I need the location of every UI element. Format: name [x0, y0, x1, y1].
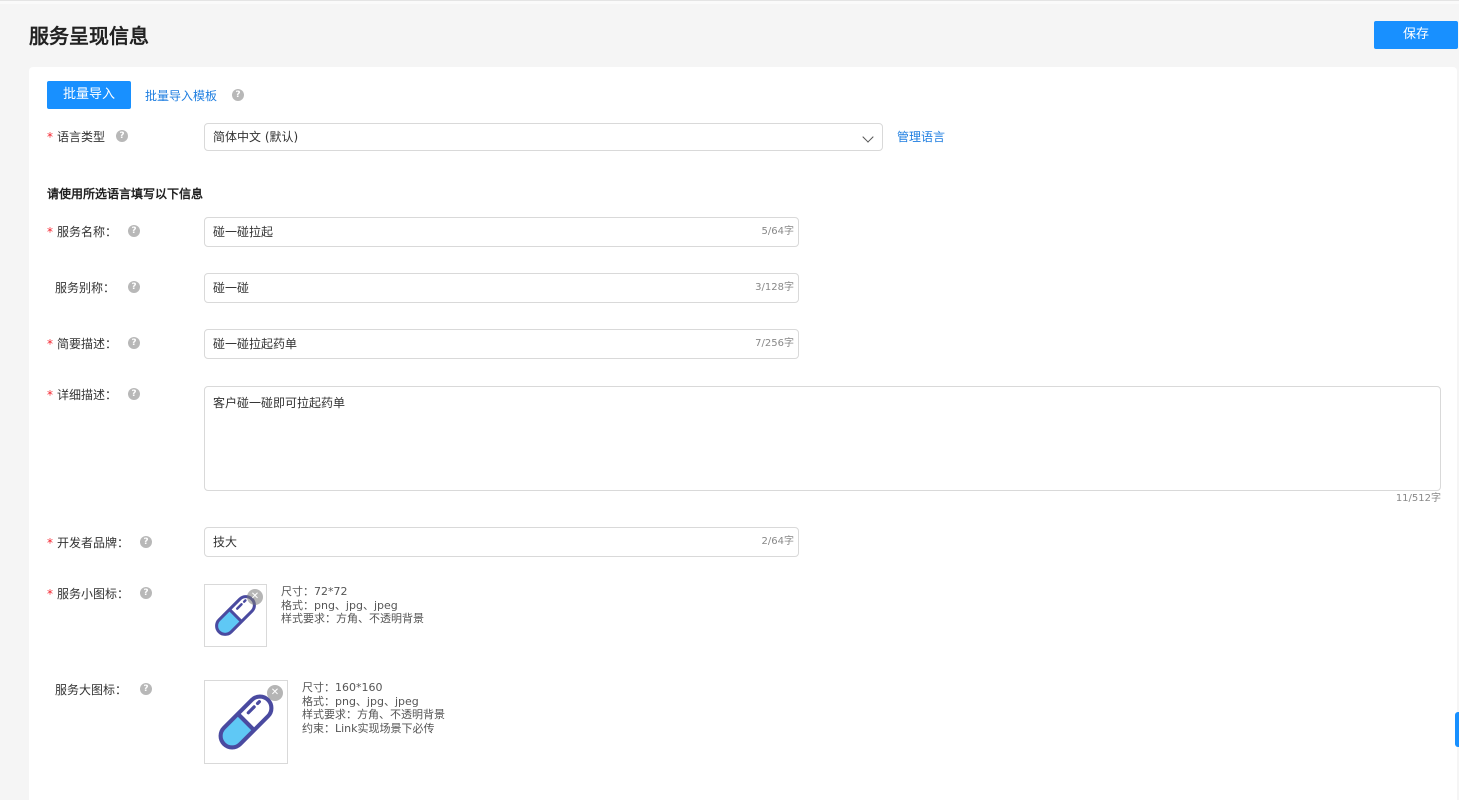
hint-line: 样式要求：方角、不透明背景 — [302, 708, 445, 721]
language-select-value: 简体中文 (默认) — [213, 130, 299, 144]
language-select[interactable]: 简体中文 (默认) — [204, 123, 883, 151]
section-title: 请使用所选语言填写以下信息 — [47, 187, 204, 201]
brief-description-label: * 简要描述： — [47, 337, 118, 351]
hint-line: 格式：png、jpg、jpeg — [281, 598, 398, 612]
question-icon[interactable]: ? — [116, 130, 128, 142]
question-icon[interactable]: ? — [128, 225, 140, 237]
service-name-label: * 服务名称： — [47, 225, 118, 239]
service-name-value: 碰一碰拉起 — [213, 225, 274, 239]
hint-line: 尺寸：160*160 — [302, 681, 383, 694]
hint-line: 格式：png、jpg、jpeg — [302, 694, 419, 708]
service-alias-input[interactable]: 碰一碰 3/128字 — [204, 273, 799, 303]
char-counter: 2/64字 — [761, 536, 794, 547]
detail-description-label: * 详细描述： — [47, 388, 118, 402]
manage-language-link[interactable]: 管理语言 — [897, 129, 945, 145]
char-counter: 3/128字 — [755, 282, 794, 293]
question-icon[interactable]: ? — [128, 281, 140, 293]
hint-line: 约束：Link实现场景下必传 — [302, 721, 435, 735]
large-icon-hints: 尺寸：160*160 格式：png、jpg、jpeg 样式要求：方角、不透明背景… — [302, 681, 445, 735]
brief-description-input[interactable]: 碰一碰拉起药单 7/256字 — [204, 329, 799, 359]
question-icon[interactable]: ? — [128, 337, 140, 349]
developer-brand-input[interactable]: 技大 2/64字 — [204, 527, 799, 557]
side-float-tab[interactable] — [1455, 712, 1459, 747]
service-alias-label: 服务别称： — [55, 281, 116, 295]
question-icon[interactable]: ? — [140, 536, 152, 548]
chevron-down-icon — [862, 131, 874, 143]
hint-line: 尺寸：72*72 — [281, 585, 348, 598]
small-icon-hints: 尺寸：72*72 格式：png、jpg、jpeg 样式要求：方角、不透明背景 — [281, 585, 424, 626]
small-icon-label: * 服务小图标： — [47, 587, 130, 601]
delete-icon[interactable]: ✕ — [247, 589, 263, 605]
hint-line: 样式要求：方角、不透明背景 — [281, 612, 424, 625]
detail-description-value: 客户碰一碰即可拉起药单 — [213, 396, 346, 410]
brief-description-value: 碰一碰拉起药单 — [213, 337, 298, 351]
question-icon[interactable]: ? — [140, 683, 152, 695]
service-name-input[interactable]: 碰一碰拉起 5/64字 — [204, 217, 799, 247]
service-alias-value: 碰一碰 — [213, 281, 250, 295]
char-counter: 7/256字 — [755, 338, 794, 349]
batch-import-button[interactable]: 批量导入 — [47, 81, 131, 109]
import-template-link[interactable]: 批量导入模板 — [145, 88, 217, 104]
detail-description-textarea[interactable]: 客户碰一碰即可拉起药单 — [204, 386, 1441, 491]
delete-icon[interactable]: ✕ — [267, 685, 283, 701]
large-icon-label: 服务大图标： — [55, 683, 128, 697]
question-icon[interactable]: ? — [140, 587, 152, 599]
char-counter: 5/64字 — [761, 226, 794, 237]
question-icon[interactable]: ? — [128, 388, 140, 400]
char-counter: 11/512字 — [1395, 493, 1441, 504]
page-title: 服务呈现信息 — [29, 24, 149, 48]
save-button[interactable]: 保存 — [1374, 21, 1458, 49]
question-icon[interactable]: ? — [232, 89, 244, 101]
top-border — [0, 0, 1459, 4]
developer-brand-value: 技大 — [213, 535, 238, 549]
developer-brand-label: * 开发者品牌： — [47, 536, 130, 550]
language-label: * 语言类型 — [47, 130, 106, 144]
